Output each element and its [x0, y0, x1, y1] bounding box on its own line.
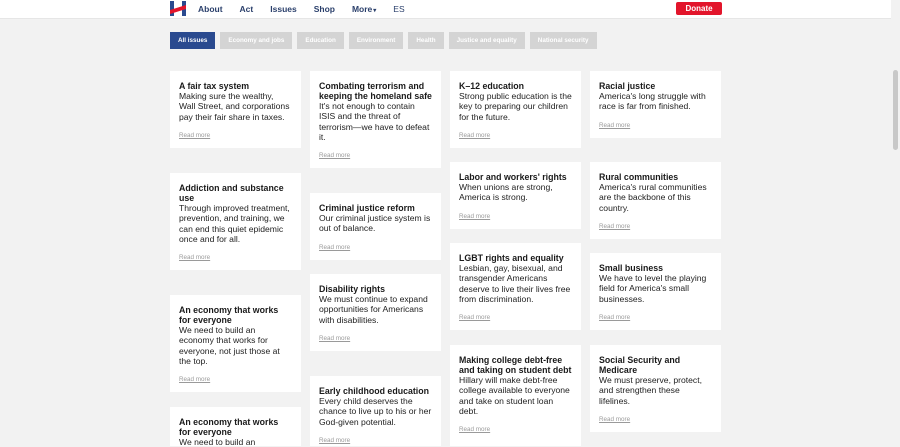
read-more-link[interactable]: Read more — [599, 122, 712, 138]
issue-card-text: America's long struggle with race is far… — [599, 91, 706, 112]
issue-card[interactable]: K–12 education Strong public education i… — [450, 71, 581, 148]
issue-card-text: Our criminal justice system is out of ba… — [319, 213, 431, 234]
filter-environment[interactable]: Environment — [348, 32, 404, 49]
filter-national-security[interactable]: National security — [529, 32, 597, 49]
nav-shop-link[interactable]: Shop — [314, 4, 335, 14]
issue-card-title: An economy that works for everyone — [179, 305, 279, 325]
issue-card[interactable]: Racial justice America's long struggle w… — [590, 71, 721, 138]
issue-card-title: A fair tax system — [179, 81, 250, 91]
read-more-link[interactable]: Read more — [459, 132, 572, 148]
top-navigation-bar: About Act Issues Shop More▾ ES Donate — [0, 0, 900, 19]
issue-card[interactable]: Criminal justice reform Our criminal jus… — [310, 193, 441, 260]
read-more-link[interactable]: Read more — [599, 416, 712, 432]
nav-more-label: More — [351, 4, 373, 14]
nav-about-link[interactable]: About — [198, 4, 223, 14]
issue-card-text: We must preserve, protect, and strengthe… — [599, 375, 703, 406]
issue-card-title: Early childhood education — [319, 386, 429, 396]
issue-card[interactable]: Small business We have to level the play… — [590, 253, 721, 330]
issue-card-title: Rural communities — [599, 172, 679, 182]
issue-card[interactable]: Rural communities America's rural commun… — [590, 162, 721, 239]
issue-card[interactable]: LGBT rights and equality Lesbian, gay, b… — [450, 243, 581, 331]
filter-education[interactable]: Education — [297, 32, 344, 49]
nav-issues-link[interactable]: Issues — [270, 4, 296, 14]
nav-more-menu[interactable]: More▾ — [352, 4, 376, 14]
issue-card[interactable]: Disability rights We must continue to ex… — [310, 274, 441, 351]
read-more-link[interactable]: Read more — [179, 132, 292, 148]
read-more-link[interactable]: Read more — [319, 335, 432, 351]
issue-card-title: Labor and workers' rights — [459, 172, 567, 182]
filter-economy-and-jobs[interactable]: Economy and jobs — [220, 32, 293, 49]
scrollbar-thumb[interactable] — [893, 70, 898, 150]
issue-card-text: Through improved treatment, prevention, … — [179, 203, 290, 244]
campaign-logo-icon[interactable] — [170, 1, 186, 16]
issue-card-title: Addiction and substance use — [179, 183, 284, 203]
language-toggle-es[interactable]: ES — [393, 4, 404, 14]
page-scrollbar[interactable] — [891, 0, 900, 446]
read-more-link[interactable]: Read more — [599, 223, 712, 239]
issue-card-text: When unions are strong, America is stron… — [459, 182, 553, 203]
issue-card-title: Criminal justice reform — [319, 203, 415, 213]
read-more-link[interactable]: Read more — [179, 376, 292, 392]
nav-act-link[interactable]: Act — [240, 4, 254, 14]
issue-card[interactable]: Social Security and Medicare We must pre… — [590, 345, 721, 432]
read-more-link[interactable]: Read more — [319, 152, 432, 168]
issue-card-text: Strong public education is the key to pr… — [459, 91, 572, 122]
issue-card-text: Every child deserves the chance to live … — [319, 396, 432, 427]
issue-card[interactable]: Labor and workers' rights When unions ar… — [450, 162, 581, 229]
issue-card[interactable]: Combating terrorism and keeping the home… — [310, 71, 441, 169]
issue-card-text: Making sure the wealthy, Wall Street, an… — [179, 91, 290, 122]
issue-card[interactable]: Early childhood education Every child de… — [310, 376, 441, 446]
read-more-link[interactable]: Read more — [319, 437, 432, 444]
issue-card-title: LGBT rights and equality — [459, 253, 564, 263]
donate-button[interactable]: Donate — [676, 2, 722, 15]
issue-card[interactable]: Addiction and substance use Through impr… — [170, 173, 301, 271]
issue-card-title: An economy that works for everyone — [179, 417, 279, 437]
issue-card-text: Lesbian, gay, bisexual, and transgender … — [459, 263, 571, 304]
issue-card-text: We have to level the playing field for A… — [599, 273, 707, 304]
read-more-link[interactable]: Read more — [459, 314, 572, 330]
read-more-link[interactable]: Read more — [459, 426, 572, 433]
issue-card-title: Combating terrorism and keeping the home… — [319, 81, 432, 101]
filter-justice-and-equality[interactable]: Justice and equality — [448, 32, 525, 49]
issue-card[interactable]: An economy that works for everyone We ne… — [170, 295, 301, 393]
issue-card[interactable]: Making college debt-free and taking on s… — [450, 345, 581, 446]
issue-card-text: It's not enough to contain ISIS and the … — [319, 101, 430, 142]
issue-card-title: Making college debt-free and taking on s… — [459, 355, 572, 375]
filter-all-issues[interactable]: All issues — [170, 32, 216, 49]
read-more-link[interactable]: Read more — [459, 213, 572, 229]
issue-card-text: We must continue to expand opportunities… — [319, 294, 428, 325]
issue-card-text: Hillary will make debt-free college avai… — [459, 375, 570, 416]
read-more-link[interactable]: Read more — [599, 314, 712, 330]
issue-card-title: Racial justice — [599, 81, 656, 91]
issue-card-text: America's rural communities are the back… — [599, 182, 707, 213]
read-more-link[interactable]: Read more — [319, 244, 432, 260]
issue-card[interactable]: An economy that works for everyone We ne… — [170, 407, 301, 447]
issue-card-text: We need to build an economy that works f… — [179, 325, 280, 366]
read-more-link[interactable]: Read more — [179, 254, 292, 270]
issue-card[interactable]: A fair tax system Making sure the wealth… — [170, 71, 301, 148]
filter-health[interactable]: Health — [408, 32, 444, 49]
issue-card-title: Disability rights — [319, 284, 385, 294]
issue-filter-bar: All issues Economy and jobs Education En… — [170, 32, 597, 49]
issue-card-title: Small business — [599, 263, 664, 273]
main-nav: About Act Issues Shop More▾ ES — [198, 0, 422, 18]
issue-card-title: K–12 education — [459, 81, 525, 91]
chevron-down-icon: ▾ — [373, 8, 377, 14]
issue-card-title: Social Security and Medicare — [599, 355, 681, 375]
